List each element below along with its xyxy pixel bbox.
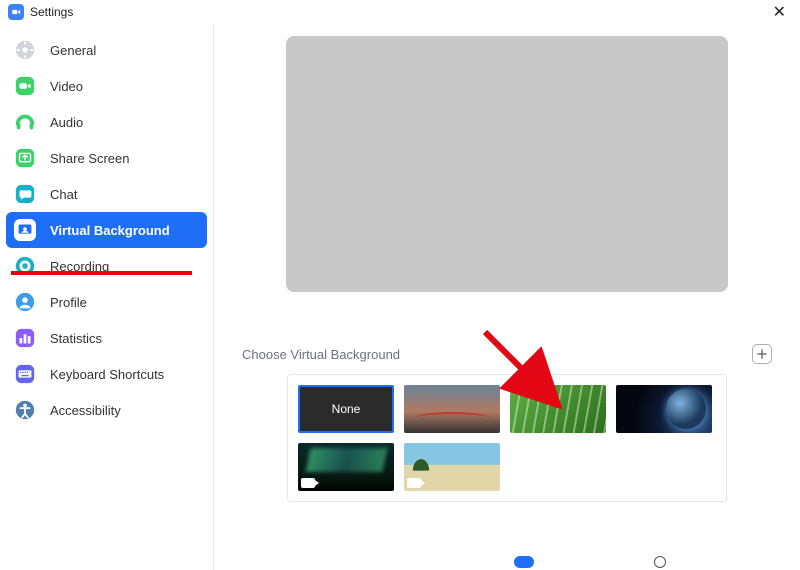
- accessibility-icon: [14, 399, 36, 421]
- sidebar-item-audio[interactable]: Audio: [0, 104, 213, 140]
- background-gallery: None: [287, 374, 727, 502]
- sidebar-item-statistics[interactable]: Statistics: [0, 320, 213, 356]
- sidebar-item-accessibility[interactable]: Accessibility: [0, 392, 213, 428]
- keyboard-icon: [14, 363, 36, 385]
- audio-icon: [14, 111, 36, 133]
- video-icon: [14, 75, 36, 97]
- video-badge-icon: [301, 478, 315, 488]
- sidebar-item-label: Video: [50, 79, 83, 94]
- gear-icon: [14, 39, 36, 61]
- sidebar-item-label: General: [50, 43, 96, 58]
- window-title: Settings: [30, 5, 73, 19]
- sidebar-item-video[interactable]: Video: [0, 68, 213, 104]
- video-preview: [286, 36, 728, 292]
- sidebar-item-label: Share Screen: [50, 151, 130, 166]
- virtual-background-icon: [14, 219, 36, 241]
- plus-icon: [756, 348, 768, 360]
- add-background-button[interactable]: [752, 344, 772, 364]
- background-thumb-grass[interactable]: [510, 385, 606, 433]
- background-thumb-earth[interactable]: [616, 385, 712, 433]
- none-label: None: [332, 402, 361, 416]
- chat-icon: [14, 183, 36, 205]
- background-thumb-none[interactable]: None: [298, 385, 394, 433]
- sidebar-item-keyboard-shortcuts[interactable]: Keyboard Shortcuts: [0, 356, 213, 392]
- sidebar-item-share-screen[interactable]: Share Screen: [0, 140, 213, 176]
- sidebar-item-label: Accessibility: [50, 403, 121, 418]
- sidebar-item-label: Virtual Background: [50, 223, 170, 238]
- sidebar-item-label: Audio: [50, 115, 83, 130]
- sidebar-item-label: Statistics: [50, 331, 102, 346]
- sidebar: General Video Audio Share Screen Chat: [0, 24, 214, 570]
- annotation-underline: [11, 271, 192, 275]
- section-title: Choose Virtual Background: [242, 347, 400, 362]
- statistics-icon: [14, 327, 36, 349]
- sidebar-item-virtual-background[interactable]: Virtual Background: [6, 212, 207, 248]
- video-badge-icon: [407, 478, 421, 488]
- bottom-options: [214, 556, 800, 570]
- sidebar-item-label: Keyboard Shortcuts: [50, 367, 164, 382]
- sidebar-item-profile[interactable]: Profile: [0, 284, 213, 320]
- radio-icon: [654, 556, 666, 568]
- app-icon: [8, 4, 24, 20]
- sidebar-item-label: Chat: [50, 187, 77, 202]
- titlebar: Settings ✕: [0, 0, 800, 24]
- sidebar-item-chat[interactable]: Chat: [0, 176, 213, 212]
- background-thumb-bridge[interactable]: [404, 385, 500, 433]
- content-pane: Choose Virtual Background None: [214, 24, 800, 570]
- close-button[interactable]: ✕: [767, 2, 792, 22]
- background-thumb-beach[interactable]: [404, 443, 500, 491]
- share-screen-icon: [14, 147, 36, 169]
- sidebar-item-recording[interactable]: Recording: [0, 248, 213, 284]
- sidebar-item-general[interactable]: General: [0, 32, 213, 68]
- background-thumb-aurora[interactable]: [298, 443, 394, 491]
- profile-icon: [14, 291, 36, 313]
- toggle-option[interactable]: [514, 556, 534, 568]
- radio-option[interactable]: [654, 556, 666, 568]
- sidebar-item-label: Profile: [50, 295, 87, 310]
